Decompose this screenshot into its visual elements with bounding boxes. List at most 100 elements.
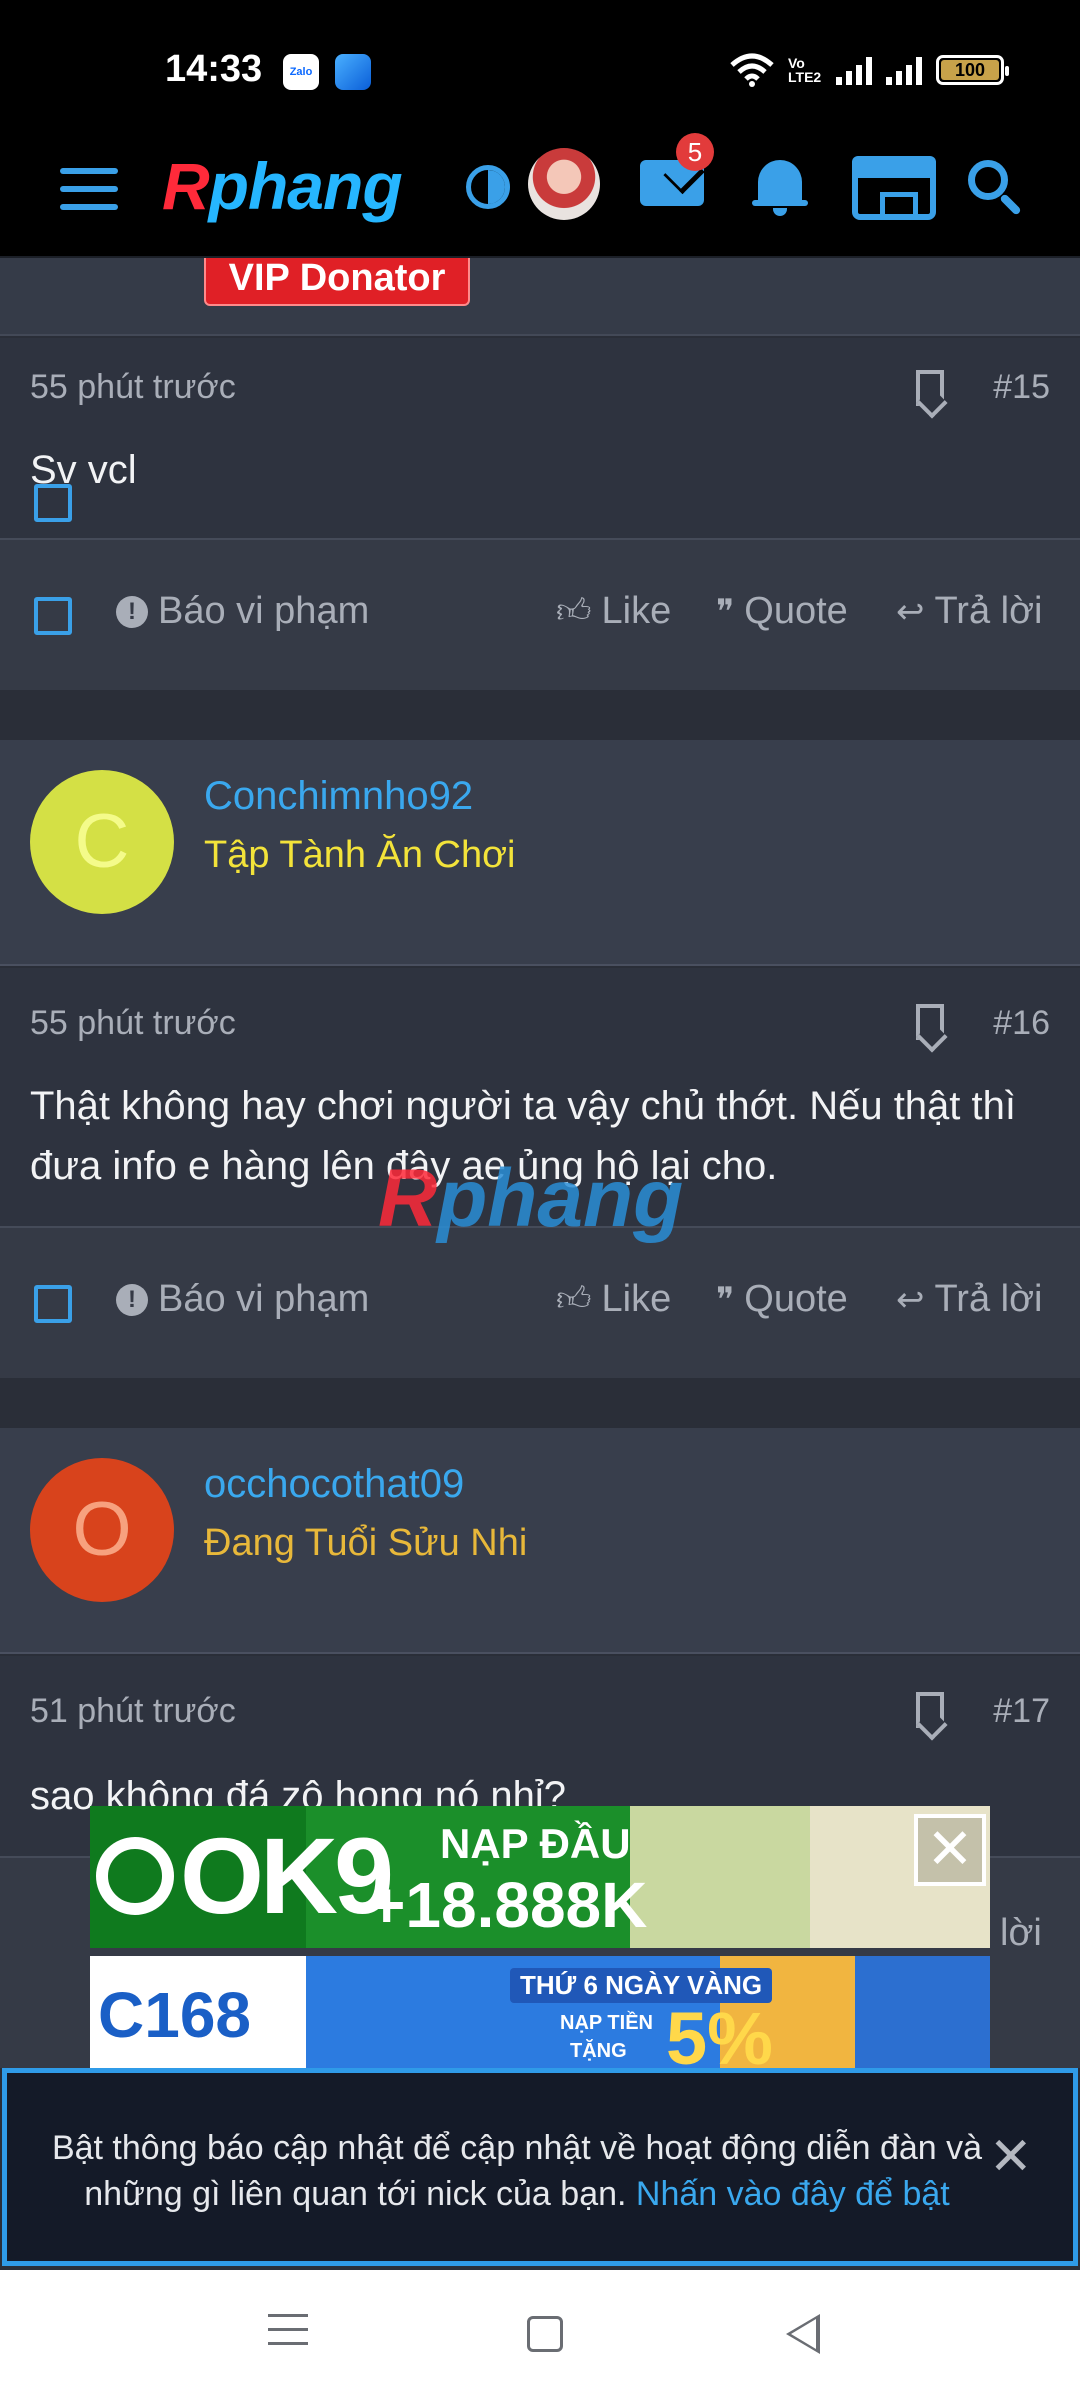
ok9-logo: OK9 [96,1815,394,1936]
user-title: Tập Tành Ăn Chơi [204,834,516,876]
store-icon[interactable] [852,156,936,220]
watermark-r: R [378,1153,438,1244]
vip-donator-badge: VIP Donator [204,258,470,306]
user-title: Đang Tuổi Sửu Nhi [204,1522,528,1564]
avatar-initial: O [72,1487,132,1572]
battery-level: 100 [941,60,999,80]
system-nav-bar [0,2270,1080,2400]
back-icon[interactable] [786,2314,820,2354]
logo-r: R [162,149,210,223]
post-actions: ! Báo vi phạm 👍︎ Like ❞ Quote ↩ Trả lời [0,540,1080,690]
site-watermark: Rphang [378,1152,683,1246]
search-icon[interactable] [968,160,1024,216]
select-checkbox[interactable] [34,1285,72,1323]
post-author: C Conchimnho92 Tập Tành Ăn Chơi [0,740,1080,966]
volte-indicator: Vo LTE2 [788,55,822,85]
zalo-notification-icon: Zalo [283,54,319,90]
status-indicators: Vo LTE2 100 [730,50,1009,90]
battery-icon: 100 [936,55,1009,85]
post-body: Sv vcl [0,438,1080,538]
c168-tang-label: TẶNG [570,2040,627,2062]
bell-icon[interactable] [752,154,808,216]
c168-ad-banner[interactable]: C168 THỨ 6 NGÀY VÀNG NẠP TIỀN TẶNG 5% [90,1956,990,2068]
c168-nap-label: NẠP TIỀN [560,2012,653,2034]
user-avatar[interactable]: O [30,1458,174,1602]
mail-unread-badge: 5 [676,133,714,171]
user-avatar[interactable]: C [30,770,174,914]
recent-apps-icon[interactable] [268,2314,308,2356]
like-label: Like [601,1278,672,1320]
reply-label: Trả lời [934,590,1043,632]
username-link[interactable]: Conchimnho92 [204,774,473,819]
watermark-text: phang [437,1153,684,1244]
star-icon [96,1837,174,1916]
theme-toggle-icon[interactable] [466,165,510,209]
select-checkbox[interactable] [34,484,72,522]
bookmark-icon[interactable] [916,370,944,406]
username-link[interactable]: occhocothat09 [204,1462,464,1507]
post-author: O occhocothat09 Đang Tuổi Sửu Nhi [0,1428,1080,1654]
thumbs-up-icon: 👍︎ [556,592,592,630]
enable-notifications-link[interactable]: Nhấn vào đây để bật [636,2175,950,2213]
post-gap [0,690,1080,740]
post-message: Sv vcl [30,448,137,492]
bookmark-icon[interactable] [916,1692,944,1728]
reply-button[interactable]: ↩ Trả lời [896,1278,1042,1321]
post-time[interactable]: 51 phút trước [30,1692,236,1731]
reply-icon: ↩ [896,592,925,631]
quote-icon: ❞ [716,592,735,631]
wifi-icon [730,53,774,87]
post-actions: ! Báo vi phạm 👍︎ Like ❞ Quote ↩ Trả lời [0,1228,1080,1378]
avatar[interactable] [528,148,600,220]
quote-label: Quote [744,590,848,632]
report-button[interactable]: ! Báo vi phạm [116,1278,369,1321]
avatar-initial: C [74,799,130,884]
ad-close-button[interactable]: ✕ [914,1814,986,1886]
ok9-promo-title: NẠP ĐẦU [440,1820,631,1867]
report-label: Báo vi phạm [158,1278,370,1320]
like-button[interactable]: 👍︎ Like [556,1278,671,1321]
reply-label: lời [1000,1912,1042,1954]
reply-icon: ↩ [896,1280,925,1319]
post-gap [0,1378,1080,1428]
report-button[interactable]: ! Báo vi phạm [116,590,369,633]
thumbs-up-icon: 👍︎ [556,1280,592,1318]
push-notification-prompt[interactable]: Bật thông báo cập nhật để cập nhật về ho… [2,2068,1078,2266]
ok9-ad-banner[interactable]: OK9 NẠP ĐẦU +18.888K ✕ [90,1806,990,1948]
warning-icon: ! [116,595,148,628]
menu-icon[interactable] [60,168,118,216]
ok9-logo-text: OK9 [180,1815,394,1936]
select-checkbox[interactable] [34,597,72,635]
home-icon[interactable] [527,2316,563,2352]
close-icon[interactable]: ✕ [989,2131,1033,2183]
site-logo[interactable]: Rphang [162,148,403,224]
logo-text: phang [208,149,403,223]
c168-logo: C168 [98,1979,251,2051]
warning-icon: ! [116,1283,148,1316]
like-label: Like [601,590,672,632]
reply-button[interactable]: lời [1000,1912,1042,1955]
quote-icon: ❞ [716,1280,735,1319]
reply-label: Trả lời [934,1278,1043,1320]
reply-button[interactable]: ↩ Trả lời [896,590,1042,633]
signal-2-icon [886,55,922,85]
post-time[interactable]: 55 phút trước [30,1004,236,1043]
app-notification-icon [335,54,371,90]
quote-label: Quote [744,1278,848,1320]
post-number[interactable]: #16 [993,1004,1050,1043]
signal-1-icon [836,55,872,85]
notification-message: Bật thông báo cập nhật để cập nhật về ho… [47,2125,987,2217]
c168-percent: 5% [666,1997,773,2068]
bookmark-icon[interactable] [916,1004,944,1040]
post-number[interactable]: #17 [993,1692,1050,1731]
quote-button[interactable]: ❞ Quote [716,1278,848,1321]
post-time[interactable]: 55 phút trước [30,368,236,407]
post-number[interactable]: #15 [993,368,1050,407]
report-label: Báo vi phạm [158,590,370,632]
like-button[interactable]: 👍︎ Like [556,590,671,633]
site-header: Rphang 5 [0,130,1080,258]
previous-user-strip: VIP Donator [0,258,1080,336]
ok9-promo-amount: +18.888K [368,1869,648,1941]
quote-button[interactable]: ❞ Quote [716,590,848,633]
status-bar: 14:33 Zalo Vo LTE2 100 [0,0,1080,130]
